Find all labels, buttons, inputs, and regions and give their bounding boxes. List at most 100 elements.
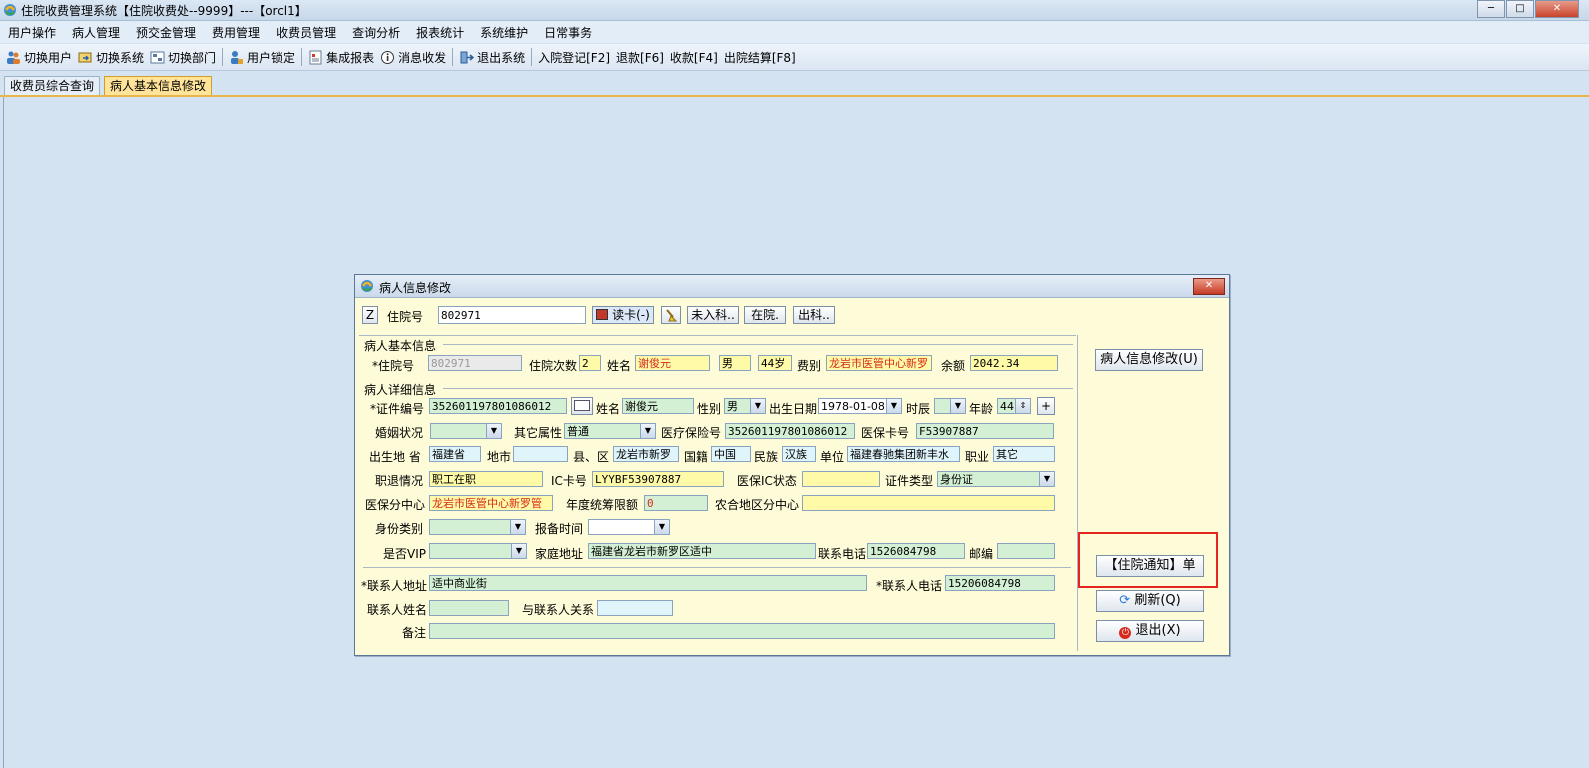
id-type-label: 证件类型 [885,474,934,488]
sex-select[interactable]: 男 ▼ [724,398,766,414]
switch-dept-button[interactable]: 切换部门 [150,49,216,66]
hour-select[interactable]: ▼ [934,398,966,414]
rural-field[interactable] [802,495,1055,511]
switch-system-button[interactable]: 切换系统 [78,49,144,66]
tab-cashier-query[interactable]: 收费员综合查询 [4,76,101,95]
relation-field[interactable] [597,600,673,616]
user-lock-button[interactable]: 用户锁定 [229,49,295,66]
exit-button[interactable]: ⏻ 退出(X) [1096,620,1204,642]
menu-query[interactable]: 查询分析 [352,24,400,41]
chevron-down-icon: ▼ [511,544,526,558]
chevron-down-icon: ▼ [510,520,525,534]
id-no-field[interactable]: 352601197801086012 [429,398,567,414]
basic-age-field[interactable]: 44岁 [758,355,792,371]
contact-addr-field[interactable]: 适中商业街 [429,575,867,591]
id-no-label: *证件编号 [370,402,425,416]
job-field[interactable]: 其它 [993,446,1055,462]
birth-label: 出生日期 [769,402,818,416]
report-time-picker[interactable]: ▼ [588,519,670,535]
id-type-select[interactable]: 身份证 ▼ [937,471,1055,487]
exit-system-button[interactable]: 退出系统 [459,49,525,66]
broom-icon [666,309,678,322]
ic-status-field[interactable] [802,471,880,487]
menu-user-ops[interactable]: 用户操作 [8,24,56,41]
admission-notice-button[interactable]: 【住院通知】单 [1096,555,1204,577]
ethnic-field[interactable]: 汉族 [782,446,816,462]
menu-system[interactable]: 系统维护 [480,24,528,41]
insurance-no-field[interactable]: 352601197801086012 [725,423,855,439]
z-button[interactable]: Z [362,306,378,324]
out-dept-button[interactable]: 出科.. [793,306,835,324]
hour-label: 时辰 [906,402,931,416]
limit-field[interactable]: 0 [644,495,708,511]
marital-select[interactable]: ▼ [430,423,502,439]
vip-select[interactable]: ▼ [429,543,527,559]
window-titlebar: 住院收费管理系统【住院收费处--9999】---【orcl1】 ─ □ ✕ [0,0,1589,21]
contact-name-field[interactable] [429,600,509,616]
admission-button[interactable]: 入院登记[F2] [538,49,610,66]
discharge-button[interactable]: 出院结算[F8] [724,49,796,66]
times-field[interactable]: 2 [579,355,601,371]
close-button[interactable]: ✕ [1535,0,1579,18]
inpatient-no-input[interactable]: 802971 [438,306,586,324]
menu-cashier-mgmt[interactable]: 收费员管理 [276,24,336,41]
report-time-label: 报备时间 [535,522,584,536]
identity-select[interactable]: ▼ [429,519,526,535]
contact-phone-label: *联系人电话 [876,579,943,593]
age-add-button[interactable]: + [1037,397,1055,415]
retire-field[interactable]: 职工在职 [429,471,543,487]
read-card-button[interactable]: 读卡(-) [592,306,654,324]
refresh-button[interactable]: ⟳ 刷新(Q) [1096,590,1204,612]
county-field[interactable]: 龙岩市新罗 [613,446,679,462]
chevron-down-icon: ▼ [654,520,669,534]
contact-phone-field[interactable]: 15206084798 [945,575,1055,591]
dialog-logo-icon [361,280,373,292]
age-stepper[interactable]: 44 ⇕ [997,398,1031,414]
zip-field[interactable] [997,543,1055,559]
collect-button[interactable]: 收款[F4] [670,49,718,66]
patient-modify-button[interactable]: 病人信息修改(U) [1095,349,1203,371]
basic-no-field: 802971 [428,355,522,371]
basic-sex-field[interactable]: 男 [719,355,751,371]
county-label: 县、区 [573,450,610,464]
remark-field[interactable] [429,623,1055,639]
refund-button[interactable]: 退款[F6] [616,49,664,66]
phone-field[interactable]: 1526084798 [867,543,965,559]
menu-reports[interactable]: 报表统计 [416,24,464,41]
fee-type-field[interactable]: 龙岩市医管中心新罗 [826,355,932,371]
other-attr-select[interactable]: 普通 ▼ [564,423,656,439]
integrated-report-button[interactable]: 集成报表 [308,49,374,66]
menu-fee-mgmt[interactable]: 费用管理 [212,24,260,41]
minimize-button[interactable]: ─ [1477,0,1505,18]
side-divider [1077,335,1078,651]
birth-date-picker[interactable]: 1978-01-08 ▼ [818,398,902,414]
province-field[interactable]: 福建省 [429,446,481,462]
users-icon [7,51,20,64]
not-admitted-button[interactable]: 未入科.. [687,306,739,324]
tab-patient-info-edit[interactable]: 病人基本信息修改 [104,76,213,95]
dialog-close-button[interactable]: ✕ [1193,278,1225,295]
nationality-field[interactable]: 中国 [711,446,751,462]
detail-section-title: 病人详细信息 [364,383,437,397]
unit-field[interactable]: 福建春驰集团新丰水 [847,446,960,462]
ic-field[interactable]: LYYBF53907887 [592,471,724,487]
menu-patient-mgmt[interactable]: 病人管理 [72,24,120,41]
city-field[interactable] [513,446,568,462]
switch-user-button[interactable]: 切换用户 [6,49,72,66]
address-field[interactable]: 福建省龙岩市新罗区适中 [588,543,816,559]
in-hospital-button[interactable]: 在院. [744,306,786,324]
maximize-button[interactable]: □ [1506,0,1534,18]
insurance-no-label: 医疗保险号 [661,426,722,440]
basic-name-field[interactable]: 谢俊元 [635,355,710,371]
chevron-down-icon: ▼ [640,424,655,438]
menu-deposit-mgmt[interactable]: 预交金管理 [136,24,196,41]
center-field[interactable]: 龙岩市医管中心新罗管 [429,495,553,511]
ins-card-field[interactable]: F53907887 [916,423,1054,439]
id-scan-button[interactable] [571,397,593,415]
detail-name-field[interactable]: 谢俊元 [622,398,694,414]
basic-name-label: 姓名 [607,359,632,373]
message-button[interactable]: 消息收发 [380,49,446,66]
contact-divider [363,567,1071,568]
menu-daily[interactable]: 日常事务 [544,24,592,41]
clear-button[interactable] [661,306,681,324]
